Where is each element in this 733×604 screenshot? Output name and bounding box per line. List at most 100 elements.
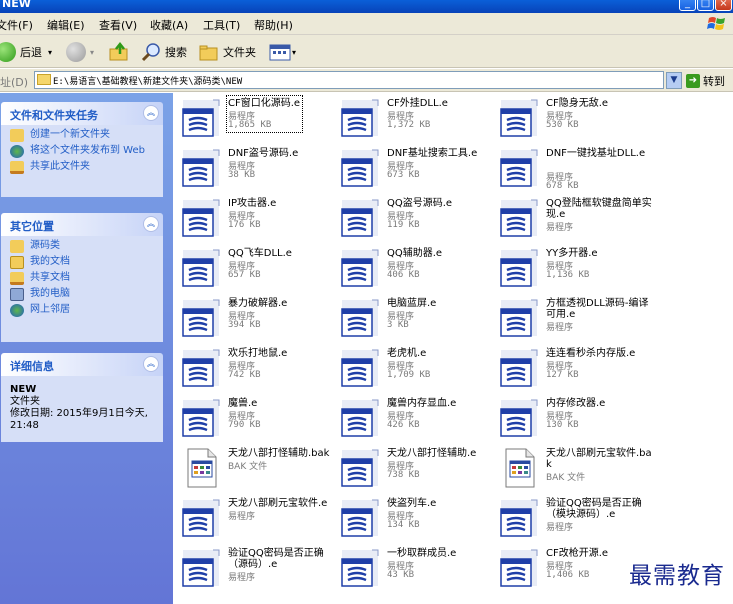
file-item[interactable]: DNF盗号源码.e 易程序 38 KB: [176, 143, 334, 191]
e-program-icon: [339, 147, 381, 189]
menu-edit[interactable]: 编辑(E): [47, 17, 85, 33]
address-dropdown-icon[interactable]: ▼: [666, 72, 682, 89]
file-type: BAK 文件: [546, 473, 586, 483]
collapse-icon[interactable]: ︽: [143, 105, 159, 121]
place-source-folder[interactable]: 源码类: [10, 240, 154, 253]
file-item[interactable]: QQ登陆框软键盘简单实现.e 易程序: [494, 193, 652, 241]
file-item[interactable]: 一秒取群成员.e 易程序 43 KB: [335, 543, 493, 591]
file-item[interactable]: 验证QQ密码是否正确（源码）.e 易程序: [176, 543, 334, 591]
file-item[interactable]: 暴力破解器.e 易程序 394 KB: [176, 293, 334, 341]
file-name: QQ登陆框软键盘简单实现.e: [546, 198, 652, 220]
file-item[interactable]: 天龙八部刷元宝软件.e 易程序: [176, 493, 334, 541]
file-item[interactable]: CF外挂DLL.e 易程序 1,372 KB: [335, 93, 493, 141]
go-button[interactable]: ➜ 转到: [686, 72, 725, 89]
file-item[interactable]: 魔兽内存显血.e 易程序 426 KB: [335, 393, 493, 441]
task-share-folder[interactable]: 共享此文件夹: [10, 161, 154, 174]
menu-help[interactable]: 帮助(H): [254, 17, 293, 33]
file-list[interactable]: CF窗口化源码.e 易程序 1,865 KB CF外挂DLL.e 易程序 1,372 KB…: [173, 93, 733, 604]
file-item[interactable]: 内存修改器.e 易程序 130 KB: [494, 393, 652, 441]
menu-favorites[interactable]: 收藏(A): [150, 17, 188, 33]
folders-icon: [199, 45, 218, 61]
address-input[interactable]: E:\易语言\基础教程\新建文件夹\源码类\NEW: [34, 71, 664, 89]
up-folder-button[interactable]: [108, 41, 130, 63]
file-type: 易程序: [546, 523, 574, 533]
file-item[interactable]: 侠盗列车.e 易程序 134 KB: [335, 493, 493, 541]
views-icon: [269, 44, 291, 61]
place-network[interactable]: 网上邻居: [10, 304, 154, 317]
file-item[interactable]: DNF基址搜索工具.e 易程序 673 KB: [335, 143, 493, 191]
details-header[interactable]: 详细信息 ︽: [1, 353, 163, 376]
file-item[interactable]: 验证QQ密码是否正确（模块源码）.e 易程序: [494, 493, 652, 541]
file-item[interactable]: QQ飞车DLL.e 易程序 657 KB: [176, 243, 334, 291]
menu-tools[interactable]: 工具(T): [203, 17, 240, 33]
file-size: 678 KB: [546, 181, 579, 191]
file-item[interactable]: QQ盗号源码.e 易程序 119 KB: [335, 193, 493, 241]
collapse-icon[interactable]: ︽: [143, 216, 159, 232]
file-item[interactable]: 天龙八部刷元宝软件.bak BAK 文件: [494, 443, 652, 491]
dropdown-icon[interactable]: ▾: [90, 48, 94, 57]
minimize-button[interactable]: _: [679, 0, 696, 11]
file-name: 天龙八部刷元宝软件.e: [228, 498, 328, 509]
other-places-title: 其它位置: [10, 220, 54, 233]
dropdown-icon[interactable]: ▾: [292, 48, 296, 57]
e-program-icon: [180, 497, 222, 539]
file-item[interactable]: 天龙八部打怪辅助.e 易程序 738 KB: [335, 443, 493, 491]
go-arrow-icon: ➜: [686, 73, 700, 88]
file-name: DNF盗号源码.e: [228, 148, 299, 159]
bak-file-icon: [498, 447, 540, 489]
menu-file[interactable]: 文件(F): [0, 17, 33, 33]
file-name: CF外挂DLL.e: [387, 98, 448, 109]
file-item[interactable]: 老虎机.e 易程序 1,709 KB: [335, 343, 493, 391]
file-item[interactable]: YY多开器.e 易程序 1,136 KB: [494, 243, 652, 291]
e-program-icon: [498, 347, 540, 389]
collapse-icon[interactable]: ︽: [143, 356, 159, 372]
other-places-header[interactable]: 其它位置 ︽: [1, 213, 163, 236]
forward-button[interactable]: ▾: [66, 41, 94, 63]
menu-view[interactable]: 查看(V): [99, 17, 137, 33]
task-publish-web[interactable]: 将这个文件夹发布到 Web: [10, 145, 154, 158]
search-button[interactable]: 搜索: [140, 41, 187, 63]
dropdown-icon[interactable]: ▾: [48, 48, 52, 57]
file-name: 连连看秒杀内存版.e: [546, 348, 636, 359]
file-item[interactable]: 连连看秒杀内存版.e 易程序 127 KB: [494, 343, 652, 391]
back-button[interactable]: 后退 ▾: [0, 41, 52, 63]
computer-icon: [10, 288, 24, 301]
details-modified: 修改日期: 2015年9月1日今天, 21:48: [10, 408, 148, 431]
e-program-icon: [339, 497, 381, 539]
file-name: 内存修改器.e: [546, 398, 606, 409]
file-item[interactable]: 天龙八部打怪辅助.bak BAK 文件: [176, 443, 334, 491]
file-type: 易程序: [228, 573, 256, 583]
file-name: YY多开器.e: [546, 248, 598, 259]
file-item[interactable]: 魔兽.e 易程序 790 KB: [176, 393, 334, 441]
file-name: 验证QQ密码是否正确（源码）.e: [228, 548, 324, 570]
place-shared-documents[interactable]: 共享文档: [10, 272, 154, 285]
file-item[interactable]: 电脑蓝屏.e 易程序 3 KB: [335, 293, 493, 341]
views-button[interactable]: ▾: [268, 41, 296, 63]
file-item[interactable]: CF隐身无敌.e 易程序 530 KB: [494, 93, 652, 141]
place-my-documents[interactable]: 我的文档: [10, 256, 154, 269]
file-name: 天龙八部打怪辅助.e: [387, 448, 477, 459]
file-tasks-header[interactable]: 文件和文件夹任务 ︽: [1, 102, 163, 125]
e-program-icon: [180, 397, 222, 439]
file-item[interactable]: IP攻击器.e 易程序 176 KB: [176, 193, 334, 241]
maximize-button[interactable]: □: [697, 0, 714, 11]
e-program-icon: [498, 97, 540, 139]
e-program-icon: [498, 297, 540, 339]
place-my-computer[interactable]: 我的电脑: [10, 288, 154, 301]
file-item[interactable]: CF窗口化源码.e 易程序 1,865 KB: [176, 93, 334, 141]
details-name: NEW: [10, 384, 37, 395]
file-type: 易程序: [228, 512, 256, 522]
focus-rectangle: [226, 95, 303, 133]
up-folder-icon: [109, 42, 128, 61]
file-item[interactable]: DNF一键找基址DLL.e 易程序 678 KB: [494, 143, 652, 191]
address-path: E:\易语言\基础教程\新建文件夹\源码类\NEW: [53, 77, 243, 87]
shared-documents-icon: [10, 272, 24, 285]
file-item[interactable]: QQ辅助器.e 易程序 406 KB: [335, 243, 493, 291]
file-item[interactable]: 欢乐打地鼠.e 易程序 742 KB: [176, 343, 334, 391]
folders-button[interactable]: 文件夹: [198, 41, 256, 63]
file-name: DNF基址搜索工具.e: [387, 148, 478, 159]
file-item[interactable]: 方框透视DLL源码-编译可用.e 易程序: [494, 293, 652, 341]
close-button[interactable]: ×: [715, 0, 732, 11]
e-program-icon: [498, 397, 540, 439]
task-new-folder[interactable]: 创建一个新文件夹: [10, 129, 154, 142]
